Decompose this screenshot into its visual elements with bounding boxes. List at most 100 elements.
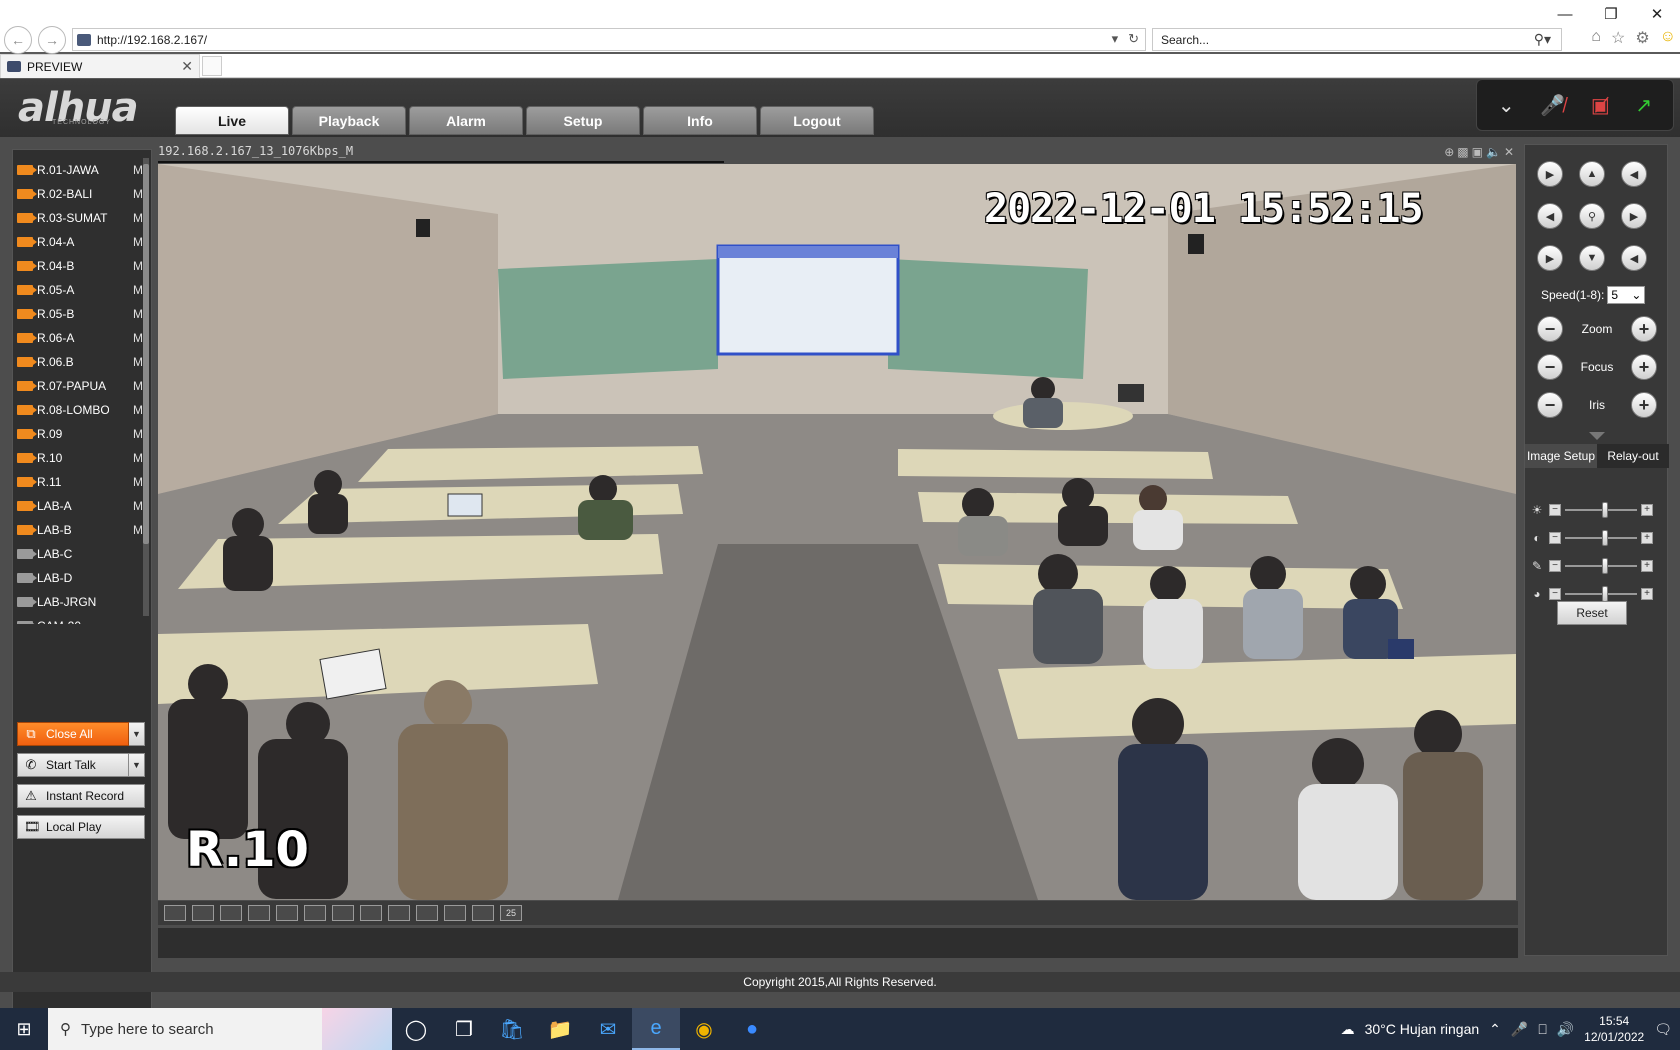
tab-close-icon[interactable]: ✕ bbox=[181, 58, 193, 75]
layout-9-icon[interactable] bbox=[388, 905, 410, 921]
microphone-icon[interactable]: 🎤 bbox=[1511, 1021, 1528, 1038]
minimize-icon[interactable]: — bbox=[1542, 0, 1588, 28]
ptz-3d-zoom-icon[interactable]: ⚲ bbox=[1579, 203, 1605, 229]
slider-knob[interactable] bbox=[1601, 586, 1608, 602]
start-talk-dropdown[interactable]: ▼ bbox=[129, 753, 145, 777]
camera-list-item[interactable]: LAB-A M bbox=[17, 494, 145, 518]
local-play-button[interactable]: 🎞 Local Play bbox=[17, 815, 145, 839]
ptz-down-right-icon[interactable]: ◀ bbox=[1621, 245, 1647, 271]
camera-list-item[interactable]: LAB-JRGN bbox=[17, 590, 145, 614]
cortana-icon[interactable]: ◯ bbox=[392, 1008, 440, 1050]
settings-gear-icon[interactable]: ⚙ bbox=[1635, 28, 1649, 48]
speed-select[interactable]: 5 ⌄ bbox=[1607, 286, 1646, 304]
stream-type-icon[interactable] bbox=[192, 905, 214, 921]
scrollbar-thumb[interactable] bbox=[143, 164, 149, 544]
chevron-down-icon[interactable]: ⌄ bbox=[1498, 93, 1515, 118]
address-bar[interactable]: http://192.168.2.167/ ▾ ↻ bbox=[72, 28, 1146, 51]
slider-increase-button[interactable]: + bbox=[1641, 504, 1653, 516]
camera-list-item[interactable]: R.04-B M bbox=[17, 254, 145, 278]
tab-image-setup[interactable]: Image Setup bbox=[1525, 444, 1597, 468]
audio-icon[interactable]: 🔈 bbox=[1486, 145, 1501, 159]
record-icon[interactable]: ▩ bbox=[1457, 145, 1468, 159]
camera-list-item[interactable]: R.03-SUMAT M bbox=[17, 206, 145, 230]
ptz-up-icon[interactable]: ▲ bbox=[1579, 161, 1605, 187]
start-talk-button[interactable]: ✆ Start Talk bbox=[17, 753, 129, 777]
camera-list[interactable]: R.01-JAWA M R.02-BALI M R.03-SUMAT M R.04-A M R.… bbox=[17, 158, 145, 624]
browser-search-placeholder[interactable]: Search... bbox=[1161, 33, 1209, 47]
ptz-left-icon[interactable]: ◀ bbox=[1537, 203, 1563, 229]
task-view-icon[interactable]: ❐ bbox=[440, 1008, 488, 1050]
restore-icon[interactable]: ❐ bbox=[1588, 0, 1634, 28]
network-icon[interactable]: ⎕ bbox=[1538, 1021, 1546, 1038]
layout-20-icon[interactable] bbox=[472, 905, 494, 921]
search-icon[interactable]: ⚲▾ bbox=[1534, 31, 1551, 48]
dropdown-arrow-icon[interactable]: ▾ bbox=[1112, 31, 1119, 47]
nav-tab-playback[interactable]: Playback bbox=[292, 106, 406, 135]
ptz-up-right-icon[interactable]: ◀ bbox=[1621, 161, 1647, 187]
focus-minus-button[interactable]: − bbox=[1537, 354, 1563, 380]
snapshot-icon[interactable]: ▣ bbox=[1472, 145, 1483, 159]
iris-plus-button[interactable]: + bbox=[1631, 392, 1657, 418]
home-icon[interactable]: ⌂ bbox=[1591, 28, 1601, 48]
smiley-feedback-icon[interactable]: ☺ bbox=[1660, 28, 1676, 48]
hd-quality-icon[interactable] bbox=[164, 905, 186, 921]
zoom-in-button[interactable]: + bbox=[1631, 316, 1657, 342]
clock[interactable]: 15:54 12/01/2022 bbox=[1584, 1013, 1644, 1045]
browser-tab-preview[interactable]: PREVIEW ✕ bbox=[0, 54, 200, 78]
file-explorer-icon[interactable]: 📁 bbox=[536, 1008, 584, 1050]
ptz-collapse-toggle[interactable] bbox=[1525, 430, 1669, 442]
slider-decrease-button[interactable]: − bbox=[1549, 504, 1561, 516]
refresh-icon[interactable]: ↻ bbox=[1128, 31, 1139, 47]
camera-list-item[interactable]: R.08-LOMBO M bbox=[17, 398, 145, 422]
fullscreen-icon[interactable] bbox=[220, 905, 242, 921]
camera-list-item[interactable]: R.04-A M bbox=[17, 230, 145, 254]
mail-icon[interactable]: ✉ bbox=[584, 1008, 632, 1050]
forward-button[interactable]: → bbox=[38, 26, 66, 54]
camera-list-item[interactable]: R.07-PAPUA M bbox=[17, 374, 145, 398]
camera-list-item[interactable]: R.05-A M bbox=[17, 278, 145, 302]
live-video-feed[interactable]: 2022-12-01 15:52:15 R.10 bbox=[158, 164, 1516, 900]
camera-off-icon[interactable]: ▣̸ bbox=[1591, 93, 1610, 117]
volume-icon[interactable]: 🔊 bbox=[1557, 1021, 1574, 1038]
camera-list-item[interactable]: R.06.B M bbox=[17, 350, 145, 374]
layout-6-icon[interactable] bbox=[332, 905, 354, 921]
slider-track[interactable] bbox=[1565, 530, 1637, 546]
layout-8-icon[interactable] bbox=[360, 905, 382, 921]
nav-tab-live[interactable]: Live bbox=[175, 106, 289, 135]
mic-muted-icon[interactable]: 🎤̸ bbox=[1540, 93, 1565, 118]
iris-minus-button[interactable]: − bbox=[1537, 392, 1563, 418]
camera-list-item[interactable]: R.09 M bbox=[17, 422, 145, 446]
close-all-button[interactable]: ⧉ Close All bbox=[17, 722, 129, 746]
slider-increase-button[interactable]: + bbox=[1641, 588, 1653, 600]
camera-list-scrollbar[interactable] bbox=[143, 158, 149, 616]
camera-list-item[interactable]: R.01-JAWA M bbox=[17, 158, 145, 182]
notification-icon[interactable]: 🗨 bbox=[1654, 1021, 1672, 1038]
camera-list-item[interactable]: R.11 M bbox=[17, 470, 145, 494]
zoom-out-button[interactable]: − bbox=[1537, 316, 1563, 342]
slider-decrease-button[interactable]: − bbox=[1549, 588, 1561, 600]
weather-text[interactable]: 30°C Hujan ringan bbox=[1365, 1021, 1480, 1037]
close-all-dropdown[interactable]: ▼ bbox=[129, 722, 145, 746]
nav-tab-setup[interactable]: Setup bbox=[526, 106, 640, 135]
weather-icon[interactable]: ☁ bbox=[1341, 1021, 1355, 1038]
camera-list-item[interactable]: R.05-B M bbox=[17, 302, 145, 326]
nav-tab-logout[interactable]: Logout bbox=[760, 106, 874, 135]
windows-start-icon[interactable]: ⊞ bbox=[0, 1008, 48, 1050]
slider-track[interactable] bbox=[1565, 502, 1637, 518]
slider-increase-button[interactable]: + bbox=[1641, 532, 1653, 544]
slider-knob[interactable] bbox=[1601, 502, 1608, 518]
nav-tab-alarm[interactable]: Alarm bbox=[409, 106, 523, 135]
close-video-icon[interactable]: ✕ bbox=[1504, 145, 1514, 159]
store-icon[interactable]: 🛍 bbox=[488, 1008, 536, 1050]
camera-list-item[interactable]: R.06-A M bbox=[17, 326, 145, 350]
slider-knob[interactable] bbox=[1601, 558, 1608, 574]
zoom-app-icon[interactable]: ● bbox=[728, 1008, 776, 1050]
new-tab-button[interactable] bbox=[202, 56, 222, 76]
slider-decrease-button[interactable]: − bbox=[1549, 560, 1561, 572]
slider-increase-button[interactable]: + bbox=[1641, 560, 1653, 572]
camera-list-item[interactable]: R.10 M bbox=[17, 446, 145, 470]
tab-relay-out[interactable]: Relay-out bbox=[1597, 444, 1669, 468]
camera-list-item[interactable]: LAB-B M bbox=[17, 518, 145, 542]
tray-chevron-icon[interactable]: ⌃ bbox=[1489, 1021, 1501, 1038]
slider-track[interactable] bbox=[1565, 586, 1637, 602]
